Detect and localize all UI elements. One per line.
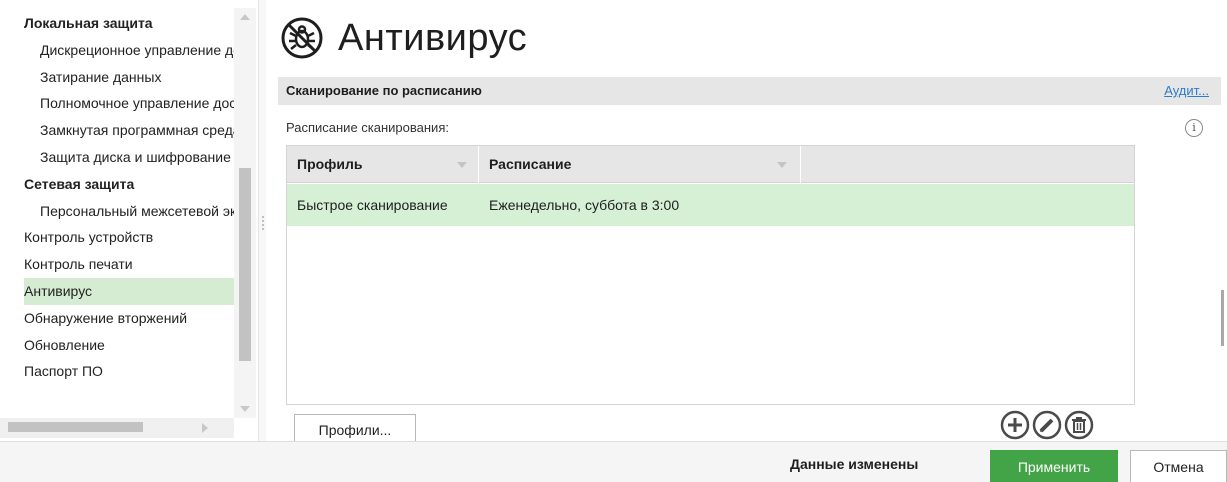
sidebar-item-print-control[interactable]: Контроль печати — [24, 251, 234, 278]
sidebar-item-data-wiping[interactable]: Затирание данных — [24, 64, 234, 91]
sidebar-item-local-protection[interactable]: Локальная защита — [24, 10, 234, 37]
edit-icon[interactable] — [1032, 410, 1062, 440]
section-title: Сканирование по расписанию — [286, 83, 482, 98]
sidebar-item-network-protection[interactable]: Сетевая защита — [24, 171, 234, 198]
scroll-right-arrow-icon[interactable] — [202, 423, 208, 433]
sidebar-item-disk-protection[interactable]: Защита диска и шифрование — [24, 144, 234, 171]
panel-splitter[interactable] — [258, 0, 266, 441]
page-title: Антивирус — [338, 16, 528, 59]
scrollbar-thumb[interactable] — [8, 422, 143, 432]
column-header-label: Расписание — [489, 156, 572, 172]
main-scrollbar-thumb[interactable] — [1221, 290, 1224, 346]
sidebar-item-update[interactable]: Обновление — [24, 332, 234, 359]
page-header: Антивирус — [280, 8, 527, 68]
sidebar-item-antivirus[interactable]: Антивирус — [24, 277, 234, 305]
table-cell-profile: Быстрое сканирование — [297, 197, 448, 213]
schedule-table: Профиль Расписание Быстрое сканирование … — [286, 145, 1135, 405]
info-icon[interactable]: i — [1185, 119, 1203, 137]
add-icon[interactable] — [1000, 410, 1030, 440]
cancel-button[interactable]: Отмена — [1130, 450, 1227, 482]
scrollbar-thumb[interactable] — [239, 168, 251, 361]
scroll-down-arrow-icon[interactable] — [240, 406, 250, 412]
column-header-label: Профиль — [297, 156, 363, 172]
sidebar-item-mandatory-access[interactable]: Полномочное управление доступом — [24, 90, 234, 117]
sort-arrow-icon[interactable] — [457, 162, 467, 168]
sidebar-nav: Локальная защита Дискреционное управлени… — [24, 10, 234, 385]
audit-link[interactable]: Аудит... — [1164, 83, 1209, 98]
column-header-profile[interactable]: Профиль — [287, 146, 479, 183]
section-header: Сканирование по расписанию Аудит... — [278, 77, 1221, 105]
main-panel: Антивирус Сканирование по расписанию Ауд… — [266, 0, 1227, 444]
delete-icon[interactable] — [1064, 410, 1094, 440]
profiles-button[interactable]: Профили... — [294, 414, 416, 444]
scroll-up-arrow-icon[interactable] — [240, 14, 250, 20]
sidebar-item-closed-software-env[interactable]: Замкнутая программная среда — [24, 117, 234, 144]
sort-arrow-icon[interactable] — [777, 162, 787, 168]
table-header: Профиль Расписание — [287, 146, 1134, 183]
sidebar-item-firewall[interactable]: Персональный межсетевой экран — [24, 198, 234, 225]
sidebar-item-intrusion-detection[interactable]: Обнаружение вторжений — [24, 305, 234, 332]
footer-bar: Данные изменены Применить Отмена — [0, 441, 1227, 482]
table-cell-schedule: Еженедельно, суббота в 3:00 — [489, 197, 680, 213]
splitter-grip-icon[interactable] — [262, 216, 264, 230]
sidebar: Локальная защита Дискреционное управлени… — [0, 0, 258, 441]
antivirus-bug-icon — [281, 17, 323, 59]
apply-button[interactable]: Применить — [990, 450, 1118, 482]
table-row[interactable]: Быстрое сканирование Еженедельно, суббот… — [287, 184, 1134, 226]
sidebar-item-discretionary-access[interactable]: Дискреционное управление доступом — [24, 37, 234, 64]
sidebar-vertical-scrollbar[interactable] — [234, 8, 256, 418]
sidebar-horizontal-scrollbar[interactable] — [0, 418, 234, 438]
sidebar-item-software-passport[interactable]: Паспорт ПО — [24, 358, 234, 385]
schedule-label: Расписание сканирования: — [286, 120, 449, 135]
status-text: Данные изменены — [790, 456, 919, 472]
column-header-schedule[interactable]: Расписание — [479, 146, 801, 183]
sidebar-item-device-control[interactable]: Контроль устройств — [24, 224, 234, 251]
